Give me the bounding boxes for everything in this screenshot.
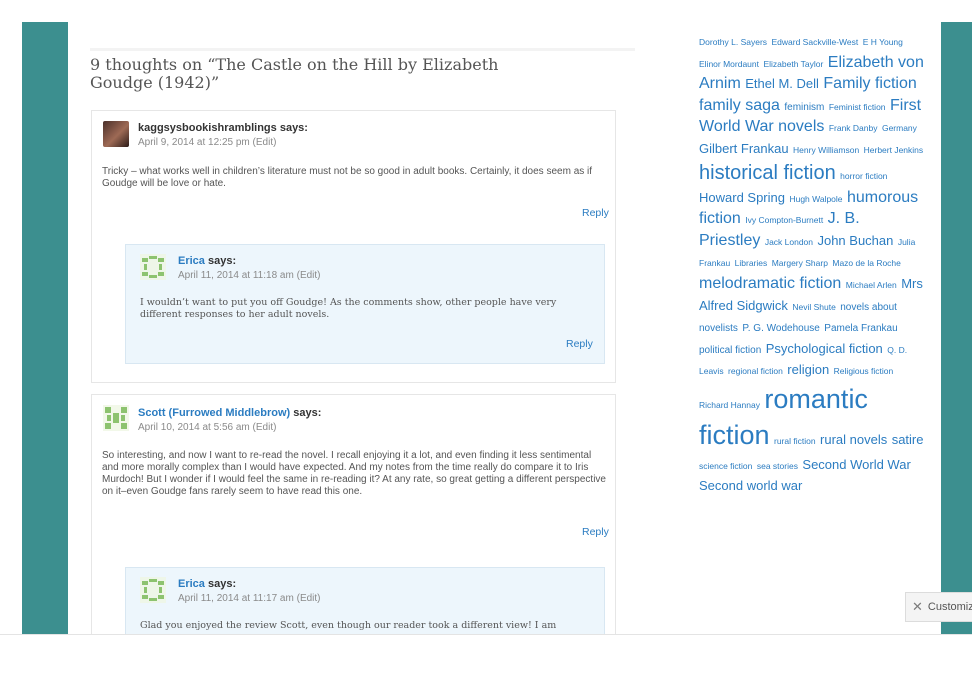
comment-text: So interesting, and now I want to re-rea… bbox=[102, 450, 606, 497]
page-footer-area bbox=[0, 634, 972, 676]
comment-author-name[interactable]: Scott (Furrowed Middlebrow) bbox=[138, 407, 290, 419]
tag-link[interactable]: Howard Spring bbox=[699, 190, 785, 205]
tag-link[interactable]: Michael Arlen bbox=[846, 280, 897, 290]
tag-link[interactable]: Second world war bbox=[699, 478, 802, 493]
comment-author: Erica says: bbox=[178, 255, 236, 267]
browser-page: 9 thoughts on “The Castle on the Hill by… bbox=[0, 0, 972, 676]
tag-cloud: Dorothy L. Sayers Edward Sackville-West … bbox=[699, 30, 924, 497]
tag-link[interactable]: Libraries bbox=[735, 258, 768, 268]
comment-date: April 10, 2014 at 5:56 am (Edit) bbox=[138, 422, 276, 433]
tag-link[interactable]: regional fiction bbox=[728, 366, 783, 376]
tag-link[interactable]: P. G. Wodehouse bbox=[742, 323, 819, 334]
comment: Scott (Furrowed Middlebrow) says: April … bbox=[91, 394, 616, 634]
tag-link[interactable]: Religious fiction bbox=[834, 366, 894, 376]
identicon-avatar[interactable] bbox=[140, 254, 166, 280]
tag-link[interactable]: feminism bbox=[784, 102, 824, 113]
tag-link[interactable]: Second World War bbox=[802, 457, 910, 472]
tag-link[interactable]: Ivy Compton-Burnett bbox=[745, 215, 823, 225]
reply-link[interactable]: Reply bbox=[582, 207, 609, 219]
tag-link[interactable]: Gilbert Frankau bbox=[699, 141, 789, 156]
tag-link[interactable]: family saga bbox=[699, 97, 780, 114]
tag-link[interactable]: Hugh Walpole bbox=[789, 194, 842, 204]
customize-button[interactable]: ✕ Customize bbox=[905, 592, 972, 622]
comment-author: kaggsysbookishramblings says: bbox=[138, 122, 308, 134]
customize-label: Customize bbox=[927, 601, 972, 613]
edit-link[interactable]: (Edit) bbox=[253, 422, 277, 433]
tag-link[interactable]: Ethel M. Dell bbox=[745, 76, 819, 91]
reply-link[interactable]: Reply bbox=[566, 338, 593, 350]
tag-link[interactable]: Nevil Shute bbox=[792, 302, 835, 312]
comment-text: Tricky – what works well in children’s l… bbox=[102, 166, 593, 189]
tag-link[interactable]: Jack London bbox=[765, 237, 813, 247]
tag-link[interactable]: Family fiction bbox=[823, 75, 916, 92]
tag-link[interactable]: Pamela Frankau bbox=[824, 323, 897, 334]
tag-link[interactable]: Edward Sackville-West bbox=[771, 37, 858, 47]
right-border-band bbox=[941, 22, 972, 634]
comment-date: April 9, 2014 at 12:25 pm (Edit) bbox=[138, 137, 276, 148]
reply-link[interactable]: Reply bbox=[582, 526, 609, 538]
reply-comment: Erica says: April 11, 2014 at 11:18 am (… bbox=[125, 244, 605, 364]
tag-link[interactable]: sea stories bbox=[757, 461, 798, 471]
comment-author-name[interactable]: kaggsysbookishramblings bbox=[138, 122, 277, 134]
tag-link[interactable]: Dorothy L. Sayers bbox=[699, 37, 767, 47]
avatar[interactable] bbox=[103, 121, 129, 147]
tag-link[interactable]: Elinor Mordaunt bbox=[699, 59, 759, 69]
tag-link[interactable]: rural fiction bbox=[774, 436, 816, 446]
tag-link[interactable]: Richard Hannay bbox=[699, 400, 760, 410]
wrench-icon: ✕ bbox=[912, 599, 923, 614]
tag-link[interactable]: Frank Danby bbox=[829, 123, 878, 133]
edit-link[interactable]: (Edit) bbox=[297, 593, 321, 604]
comment-text: I wouldn’t want to put you off Goudge! A… bbox=[140, 297, 557, 320]
comment-date-link[interactable]: April 10, 2014 at 5:56 am bbox=[138, 422, 250, 433]
comment-author-name[interactable]: Erica bbox=[178, 578, 205, 590]
edit-link[interactable]: (Edit) bbox=[253, 137, 277, 148]
tag-link[interactable]: Germany bbox=[882, 123, 917, 133]
tag-link[interactable]: satire bbox=[892, 432, 924, 447]
tag-link[interactable]: science fiction bbox=[699, 461, 752, 471]
tag-link[interactable]: melodramatic fiction bbox=[699, 275, 841, 292]
left-border-band bbox=[22, 22, 68, 634]
identicon-avatar[interactable] bbox=[140, 577, 166, 603]
tag-link[interactable]: Margery Sharp bbox=[772, 258, 828, 268]
comment: kaggsysbookishramblings says: April 9, 2… bbox=[91, 110, 616, 383]
comment-author-name[interactable]: Erica bbox=[178, 255, 205, 267]
tag-link[interactable]: historical fiction bbox=[699, 162, 836, 184]
tag-link[interactable]: E H Young bbox=[863, 37, 903, 47]
reply-comment: Erica says: April 11, 2014 at 11:17 am (… bbox=[125, 567, 605, 634]
comment-date-link[interactable]: April 11, 2014 at 11:18 am bbox=[178, 270, 294, 281]
comment-text: Glad you enjoyed the review Scott, even … bbox=[140, 620, 557, 631]
tag-link[interactable]: Psychological fiction bbox=[766, 341, 883, 356]
tag-link[interactable]: horror fiction bbox=[840, 171, 887, 181]
tag-link[interactable]: political fiction bbox=[699, 345, 761, 356]
tag-link[interactable]: Herbert Jenkins bbox=[864, 145, 924, 155]
comment-says: says: bbox=[293, 407, 322, 419]
comment-date: April 11, 2014 at 11:17 am (Edit) bbox=[178, 593, 321, 604]
tag-link[interactable]: Mazo de la Roche bbox=[832, 258, 901, 268]
comment-author: Scott (Furrowed Middlebrow) says: bbox=[138, 407, 321, 419]
comment-says: says: bbox=[279, 122, 308, 134]
comments-title: 9 thoughts on “The Castle on the Hill by… bbox=[90, 55, 499, 92]
comment-says: says: bbox=[207, 578, 237, 590]
tag-link[interactable]: John Buchan bbox=[817, 233, 893, 248]
tag-link[interactable]: religion bbox=[787, 362, 829, 377]
comment-date-link[interactable]: April 11, 2014 at 11:17 am bbox=[178, 593, 294, 604]
tag-link[interactable]: Henry Williamson bbox=[793, 145, 859, 155]
page-content: 9 thoughts on “The Castle on the Hill by… bbox=[68, 22, 941, 634]
identicon-avatar[interactable] bbox=[103, 405, 129, 431]
edit-link[interactable]: (Edit) bbox=[297, 270, 321, 281]
tag-link[interactable]: Elizabeth Taylor bbox=[763, 59, 823, 69]
comment-says: says: bbox=[207, 255, 237, 267]
tag-link[interactable]: Feminist fiction bbox=[829, 102, 886, 112]
comment-date: April 11, 2014 at 11:18 am (Edit) bbox=[178, 270, 321, 281]
divider bbox=[90, 48, 635, 51]
comment-author: Erica says: bbox=[178, 578, 236, 590]
tag-link[interactable]: rural novels bbox=[820, 432, 887, 447]
comment-date-link[interactable]: April 9, 2014 at 12:25 pm bbox=[138, 137, 250, 148]
